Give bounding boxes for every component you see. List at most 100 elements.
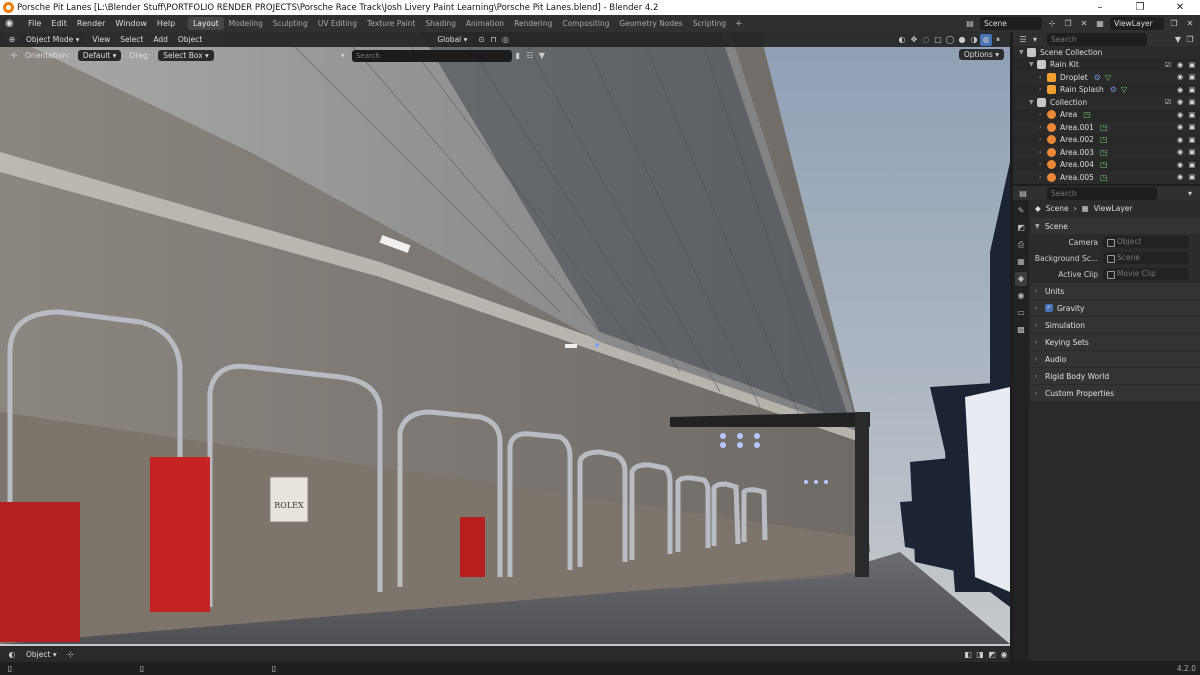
outliner-item[interactable]: › Area.002 ◳ ◉ ▣ <box>1013 134 1200 147</box>
menu-file[interactable]: File <box>23 19 46 28</box>
overlay-toggle-icon[interactable]: ◉ <box>998 648 1010 660</box>
material-shading-icon[interactable]: ◑ <box>968 34 980 46</box>
outliner-item[interactable]: › Droplet ⚙ ▽ ◉ ▣ <box>1013 71 1200 84</box>
camera-render-icon[interactable]: ▣ <box>1188 161 1196 169</box>
tab-shading[interactable]: Shading <box>420 17 460 30</box>
panel-keying-sets[interactable]: › Keying Sets <box>1031 334 1200 350</box>
outliner-editor-icon[interactable]: ☰ <box>1017 33 1029 45</box>
eye-icon[interactable]: ◉ <box>1176 86 1184 94</box>
collapsed-arrow-icon[interactable]: › <box>1039 86 1047 93</box>
eye-icon[interactable]: ◉ <box>1176 98 1184 106</box>
panel-audio[interactable]: › Audio <box>1031 351 1200 367</box>
view-layer-tab-icon[interactable]: ▦ <box>1015 255 1027 269</box>
scene-tab-icon[interactable]: ◆ <box>1015 272 1027 286</box>
world-tab-icon[interactable]: ◉ <box>1015 289 1027 303</box>
transform-orientation-dropdown[interactable]: Global ▾ <box>432 34 473 45</box>
expand-arrow-icon[interactable]: ▼ <box>1029 99 1037 106</box>
active-clip-field[interactable]: Movie Clip <box>1103 268 1189 280</box>
solid-shading-icon[interactable]: ● <box>956 34 968 46</box>
outliner-item[interactable]: ▼ Rain Kit ☑ ◉ ▣ <box>1013 59 1200 72</box>
delete-icon[interactable]: ✕ <box>1078 18 1090 30</box>
tab-animation[interactable]: Animation <box>461 17 509 30</box>
tool-tab-icon[interactable]: ✎ <box>1015 204 1027 218</box>
properties-editor-icon[interactable]: ▤ <box>1017 187 1029 199</box>
menu-help[interactable]: Help <box>152 19 180 28</box>
properties-options-icon[interactable]: ▾ <box>1184 187 1196 199</box>
eye-icon[interactable]: ◉ <box>1176 73 1184 81</box>
snap-icon[interactable]: ⊓ <box>487 34 499 46</box>
eye-icon[interactable]: ◉ <box>1176 173 1184 181</box>
outliner-item[interactable]: ▼ Collection ☑ ◉ ▣ <box>1013 96 1200 109</box>
tab-rendering[interactable]: Rendering <box>509 17 557 30</box>
collapsed-arrow-icon[interactable]: › <box>1039 74 1047 81</box>
minimize-button[interactable]: – <box>1080 2 1120 13</box>
overlays-icon[interactable]: ◌ <box>920 34 932 46</box>
collapsed-arrow-icon[interactable]: › <box>1039 149 1047 156</box>
display-mode-icon[interactable]: ▾ <box>1029 33 1041 45</box>
bookmark-icon[interactable]: ▮ <box>512 50 524 62</box>
render-tab-icon[interactable]: ◩ <box>1015 221 1027 235</box>
background-scene-field[interactable]: Scene <box>1103 252 1189 264</box>
menu-edit[interactable]: Edit <box>46 19 72 28</box>
outliner-item[interactable]: ▼ Scene Collection <box>1013 46 1200 59</box>
outliner-filter-icon[interactable]: ▼ <box>1172 33 1184 45</box>
output-tab-icon[interactable]: ⎙ <box>1015 238 1027 252</box>
eye-icon[interactable]: ◉ <box>1176 161 1184 169</box>
camera-render-icon[interactable]: ▣ <box>1188 111 1196 119</box>
collection-tab-icon[interactable]: ▭ <box>1015 306 1027 320</box>
visibility-icon[interactable]: ◐ <box>896 34 908 46</box>
camera-render-icon[interactable]: ▣ <box>1188 136 1196 144</box>
expand-arrow-icon[interactable]: ▼ <box>1029 61 1037 68</box>
mode-dropdown[interactable]: Object Mode ▾ <box>21 34 85 45</box>
exclude-checkbox-icon[interactable]: ☑ <box>1164 98 1172 106</box>
copy-icon[interactable]: ❐ <box>1062 18 1074 30</box>
camera-render-icon[interactable]: ▣ <box>1188 73 1196 81</box>
tab-scripting[interactable]: Scripting <box>688 17 731 30</box>
panel-simulation[interactable]: › Simulation <box>1031 317 1200 333</box>
3d-viewport[interactable]: ROLEX ⊕ Object Mode ▾ View Select Add Ob… <box>0 32 1010 646</box>
panel-custom-properties[interactable]: › Custom Properties <box>1031 385 1200 401</box>
outliner-item[interactable]: › Area ◳ ◉ ▣ <box>1013 109 1200 122</box>
wireframe-shading-icon[interactable]: ◯ <box>944 34 956 46</box>
menu-view[interactable]: View <box>87 35 115 44</box>
camera-render-icon[interactable]: ▣ <box>1188 173 1196 181</box>
maximize-button[interactable]: ❐ <box>1120 2 1160 13</box>
panel-rigid-body-world[interactable]: › Rigid Body World <box>1031 368 1200 384</box>
outliner-item[interactable]: › Area.005 ◳ ◉ ▣ <box>1013 171 1200 184</box>
drag-dropdown[interactable]: Select Box ▾ <box>158 50 214 61</box>
eye-icon[interactable]: ◉ <box>1176 123 1184 131</box>
outliner-item[interactable]: › Area.004 ◳ ◉ ▣ <box>1013 159 1200 172</box>
camera-render-icon[interactable]: ▣ <box>1188 148 1196 156</box>
view-icon[interactable]: ◧ <box>962 648 974 660</box>
menu-window[interactable]: Window <box>110 19 152 28</box>
gravity-checkbox[interactable]: ✓ <box>1045 304 1053 312</box>
menu-add[interactable]: Add <box>148 35 173 44</box>
xray-icon[interactable]: ▢ <box>932 34 944 46</box>
properties-search-input[interactable]: Search <box>1047 186 1157 200</box>
eye-icon[interactable]: ◉ <box>1176 111 1184 119</box>
pivot-icon[interactable]: ⊙ <box>475 34 487 46</box>
pin-icon[interactable]: ⊹ <box>65 648 77 660</box>
eye-icon[interactable]: ◉ <box>1176 61 1184 69</box>
view-layer-selector[interactable]: ViewLayer <box>1110 17 1164 30</box>
add-workspace-button[interactable]: + <box>731 19 747 29</box>
expand-arrow-icon[interactable]: ▼ <box>1019 49 1027 56</box>
funnel-icon[interactable]: ▼ <box>536 50 548 62</box>
outliner-item[interactable]: › Rain Splash ⚙ ▽ ◉ ▣ <box>1013 84 1200 97</box>
editor-type-icon[interactable]: ◐ <box>6 648 18 660</box>
outliner-item[interactable]: › Area.003 ◳ ◉ ▣ <box>1013 146 1200 159</box>
tab-geometry-nodes[interactable]: Geometry Nodes <box>614 17 687 30</box>
camera-view-icon[interactable]: ◨ <box>974 648 986 660</box>
collapsed-arrow-icon[interactable]: › <box>1039 136 1047 143</box>
eye-icon[interactable]: ◉ <box>1176 136 1184 144</box>
texture-tab-icon[interactable]: ▩ <box>1015 323 1027 337</box>
list-view-icon[interactable]: ☷ <box>524 50 536 62</box>
collapsed-arrow-icon[interactable]: › <box>1039 161 1047 168</box>
tab-uv-editing[interactable]: UV Editing <box>313 17 362 30</box>
pause-render-icon[interactable]: ⏸ <box>992 34 1004 46</box>
camera-render-icon[interactable]: ▣ <box>1188 86 1196 94</box>
local-view-icon[interactable]: ◩ <box>986 648 998 660</box>
exclude-checkbox-icon[interactable]: ☑ <box>1164 61 1172 69</box>
collapsed-arrow-icon[interactable]: › <box>1039 174 1047 181</box>
camera-render-icon[interactable]: ▣ <box>1188 123 1196 131</box>
